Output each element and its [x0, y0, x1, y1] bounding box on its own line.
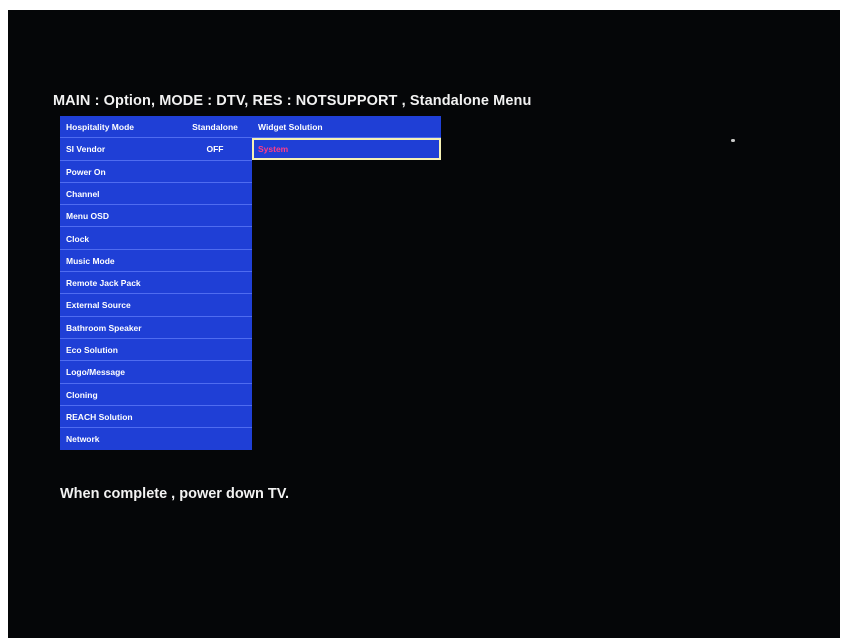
- menu-item-label: Eco Solution: [66, 345, 118, 355]
- menu-item-power-on[interactable]: Power On: [60, 161, 252, 183]
- menu-item-network[interactable]: Network: [60, 428, 252, 450]
- menu-item-logo-message[interactable]: Logo/Message: [60, 361, 252, 384]
- menu-item-label: Clock: [66, 233, 90, 244]
- menu-item-value: Standalone: [192, 122, 238, 132]
- screen-reflection: [731, 139, 735, 142]
- menu-item-label: SI Vendor: [66, 144, 106, 155]
- menu-item-si-vendor[interactable]: SI Vendor OFF: [60, 138, 252, 161]
- menu-item-label: Channel: [66, 188, 100, 199]
- menu-item-label: Network: [66, 434, 100, 445]
- menu-item-hospitality-mode[interactable]: Hospitality Mode Standalone: [60, 116, 252, 139]
- submenu-item-widget-solution[interactable]: Widget Solution: [252, 116, 441, 138]
- menu-item-bathroom-speaker[interactable]: Bathroom Speaker: [60, 317, 252, 339]
- menu-item-label: External Source: [66, 300, 131, 311]
- option-menu-list: Hospitality Mode Standalone SI Vendor OF…: [60, 116, 252, 450]
- menu-item-eco-solution[interactable]: Eco Solution: [60, 339, 252, 362]
- submenu-item-system-selected[interactable]: System: [252, 138, 441, 160]
- menu-header: MAIN : Option, MODE : DTV, RES : NOTSUPP…: [53, 93, 532, 109]
- menu-item-label: Cloning: [66, 389, 98, 400]
- menu-item-remote-jack-pack[interactable]: Remote Jack Pack: [60, 272, 252, 295]
- menu-item-label: Hospitality Mode: [66, 122, 135, 132]
- menu-item-label: Logo/Message: [66, 367, 126, 378]
- submenu-list: Widget Solution System: [252, 116, 441, 160]
- menu-item-label: Music Mode: [66, 255, 115, 266]
- menu-item-menu-osd[interactable]: Menu OSD: [60, 205, 252, 228]
- menu-item-label: Remote Jack Pack: [66, 278, 141, 289]
- menu-item-cloning[interactable]: Cloning: [60, 384, 252, 406]
- menu-item-music-mode[interactable]: Music Mode: [60, 250, 252, 273]
- menu-item-external-source[interactable]: External Source: [60, 294, 252, 317]
- submenu-item-label: Widget Solution: [258, 122, 323, 132]
- menu-item-reach-solution[interactable]: REACH Solution: [60, 406, 252, 429]
- menu-item-channel[interactable]: Channel: [60, 183, 252, 206]
- menu-item-label: REACH Solution: [66, 411, 133, 422]
- menu-item-label: Bathroom Speaker: [66, 322, 142, 333]
- menu-item-value: OFF: [206, 144, 224, 155]
- submenu-item-label: System: [258, 144, 289, 154]
- menu-item-label: Menu OSD: [66, 211, 109, 222]
- menu-item-label: Power On: [66, 166, 106, 177]
- menu-item-clock[interactable]: Clock: [60, 228, 252, 250]
- instruction-text: When complete , power down TV.: [60, 486, 290, 502]
